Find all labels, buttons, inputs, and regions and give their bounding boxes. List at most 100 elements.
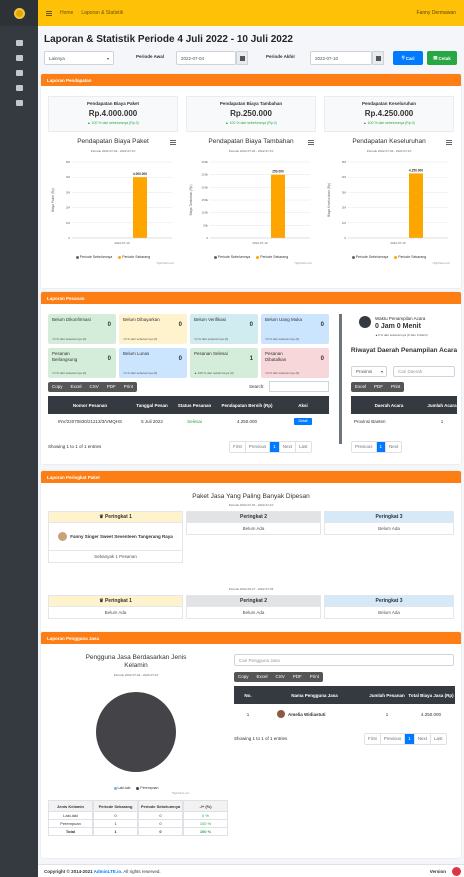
page-next[interactable]: Next (386, 442, 401, 452)
legend-item[interactable]: Periode Sebelumnya (75, 255, 112, 259)
cell-tanggal: 5 Juli 2022 (141, 419, 163, 424)
chart-menu-icon[interactable] (446, 140, 452, 145)
page-previous[interactable]: Previous (352, 442, 377, 452)
legend-item[interactable]: Periode Sekarang (394, 255, 426, 259)
legend-item[interactable]: Laki-laki (113, 786, 130, 790)
col-aksi[interactable]: Aksi (277, 396, 329, 414)
legend-item[interactable]: Periode Sekarang (256, 255, 288, 259)
chart-credit[interactable]: Highcharts.com (295, 262, 312, 265)
riwayat-export-buttons: Excel PDF Print (351, 382, 405, 392)
periode-akhir-input[interactable]: 2022-07-10 (310, 51, 372, 65)
excel-button[interactable]: Excel (67, 382, 86, 392)
print-button[interactable]: Print (306, 672, 323, 682)
legend-item[interactable]: Periode Sebelumnya (213, 255, 250, 259)
calendar-akhir-button[interactable] (372, 51, 384, 65)
calendar-awal-button[interactable] (236, 51, 248, 65)
chart-menu-icon[interactable] (170, 140, 176, 145)
pengguna-header[interactable]: Laporan Pengguna Jasa (41, 632, 461, 644)
gender-col-header[interactable]: Periode Sekarang (93, 800, 138, 812)
col-pendapatan[interactable]: Pendapatan Bersih (Rp) (217, 396, 277, 414)
print-button[interactable]: Print (120, 382, 137, 392)
page-last[interactable]: Last (431, 734, 446, 744)
pesanan-header[interactable]: Laporan Pesanan (41, 292, 461, 304)
peringkat-header[interactable]: Laporan Peringkat Paket (41, 471, 461, 483)
page-next[interactable]: Next (415, 734, 432, 744)
col-jumlah-pesanan[interactable]: Jumlah Pesanan (367, 686, 407, 704)
chart-credit[interactable]: Highcharts.com (157, 262, 174, 265)
periode-awal-input[interactable]: 2022-07-04 (176, 51, 236, 65)
gender-col-header[interactable]: Periode Sebelumnya (138, 800, 183, 812)
nav-home[interactable]: Home (60, 10, 73, 16)
excel-button[interactable]: Excel (351, 382, 370, 392)
legend-item[interactable]: Periode Sekarang (118, 255, 150, 259)
provinsi-select[interactable]: Provinsi ▾ (351, 366, 387, 377)
excel-button[interactable]: Excel (253, 672, 272, 682)
sidebar-item-laporan[interactable] (0, 100, 38, 106)
col-nomor[interactable]: Nomor Pesanan (48, 396, 132, 414)
pdf-button[interactable]: PDF (289, 672, 306, 682)
dashboard-icon (15, 40, 23, 46)
col-tanggal[interactable]: Tanggal Pesan (132, 396, 172, 414)
y-tick-label: 0 (68, 236, 70, 240)
y-tick-label: 5M (66, 160, 71, 164)
pengguna-search-input[interactable]: Cari Pengguna Jasa (234, 654, 454, 666)
rank-3-header-prev: Peringkat 3 (324, 595, 454, 607)
print-button[interactable]: Print (387, 382, 404, 392)
nav-laporan[interactable]: Laporan & Statistik (81, 10, 123, 16)
pdf-button[interactable]: PDF (103, 382, 120, 392)
pie-credit[interactable]: Highcharts.com (172, 792, 189, 795)
pendapatan-header[interactable]: Laporan Pendapatan (41, 74, 461, 86)
sidebar-item-menu2[interactable] (0, 55, 38, 61)
chart-menu-icon[interactable] (308, 140, 314, 145)
category-select[interactable]: Lainnya ▾ (44, 51, 114, 65)
page-first[interactable]: First (365, 734, 381, 744)
brand-logo-area[interactable] (0, 0, 38, 26)
user-name[interactable]: Fanny Dermawan (417, 10, 456, 16)
status-label: Belum Dikonfirmasi (52, 317, 91, 322)
periode-awal-label: Periode Awal (136, 54, 165, 59)
page-1[interactable]: 1 (405, 734, 415, 744)
y-tick-label: 5M (342, 160, 347, 164)
pdf-button[interactable]: PDF (370, 382, 387, 392)
pie-legend: Laki-laki Perempuan (81, 786, 191, 790)
col-total-biaya[interactable]: Total Biaya Jasa (Rp) (407, 686, 455, 704)
gender-col-header[interactable]: -/+ (%) (183, 800, 228, 812)
col-no[interactable]: No. (234, 686, 262, 704)
legend-item[interactable]: Perempuan (136, 786, 158, 790)
rank-1-current[interactable]: Fanny Singer Sweet Seventeen Tangerang R… (48, 523, 183, 551)
copy-button[interactable]: Copy (234, 672, 253, 682)
cari-daerah-input[interactable]: Cari Daerah (393, 366, 455, 377)
cetak-button[interactable]: ▤ Cetak (427, 51, 457, 65)
cari-button[interactable]: ⚲ Cari (393, 51, 423, 65)
csv-button[interactable]: CSV (272, 672, 289, 682)
col-daerah[interactable]: Daerah Acara (351, 396, 427, 414)
page-last[interactable]: Last (296, 442, 311, 452)
detail-button[interactable]: Detail (294, 418, 312, 425)
pendapatan-card: Laporan Pendapatan Pendapatan Biaya Pake… (41, 74, 461, 288)
page-previous[interactable]: Previous (246, 442, 271, 452)
page-previous[interactable]: Previous (381, 734, 406, 744)
status-sub: =0 % dari sebelumnya (0) (52, 371, 87, 375)
page-next[interactable]: Next (280, 442, 297, 452)
status-box: Belum Dikonfirmasi 0 =0 % dari sebelumnya … (48, 314, 116, 344)
page-1[interactable]: 1 (270, 442, 280, 452)
adminlte-link[interactable]: AdminLTE.io. (94, 869, 123, 874)
col-nama[interactable]: Nama Pengguna Jasa (262, 686, 367, 704)
sidebar-item-menu4[interactable] (0, 85, 38, 91)
hamburger-icon[interactable] (46, 10, 52, 16)
chart-credit[interactable]: Highcharts.com (433, 262, 450, 265)
legend-item[interactable]: Periode Sebelumnya (351, 255, 388, 259)
page-first[interactable]: First (230, 442, 246, 452)
csv-button[interactable]: CSV (86, 382, 103, 392)
gender-cell: Total (48, 828, 93, 836)
sidebar-item-menu3[interactable] (0, 70, 38, 76)
scroll-top-button[interactable] (452, 867, 461, 876)
sidebar-item-dashboard[interactable] (0, 40, 38, 46)
copy-button[interactable]: Copy (48, 382, 67, 392)
periode-current: Periode 2022-07-04 - 2022-07-10 (228, 503, 274, 507)
col-jumlah-acara[interactable]: Jumlah Acara (427, 396, 457, 414)
col-status[interactable]: Status Pesanan (172, 396, 217, 414)
gender-col-header[interactable]: Jenis Kelamin (48, 800, 93, 812)
search-input[interactable] (269, 381, 329, 392)
page-1[interactable]: 1 (376, 442, 387, 452)
